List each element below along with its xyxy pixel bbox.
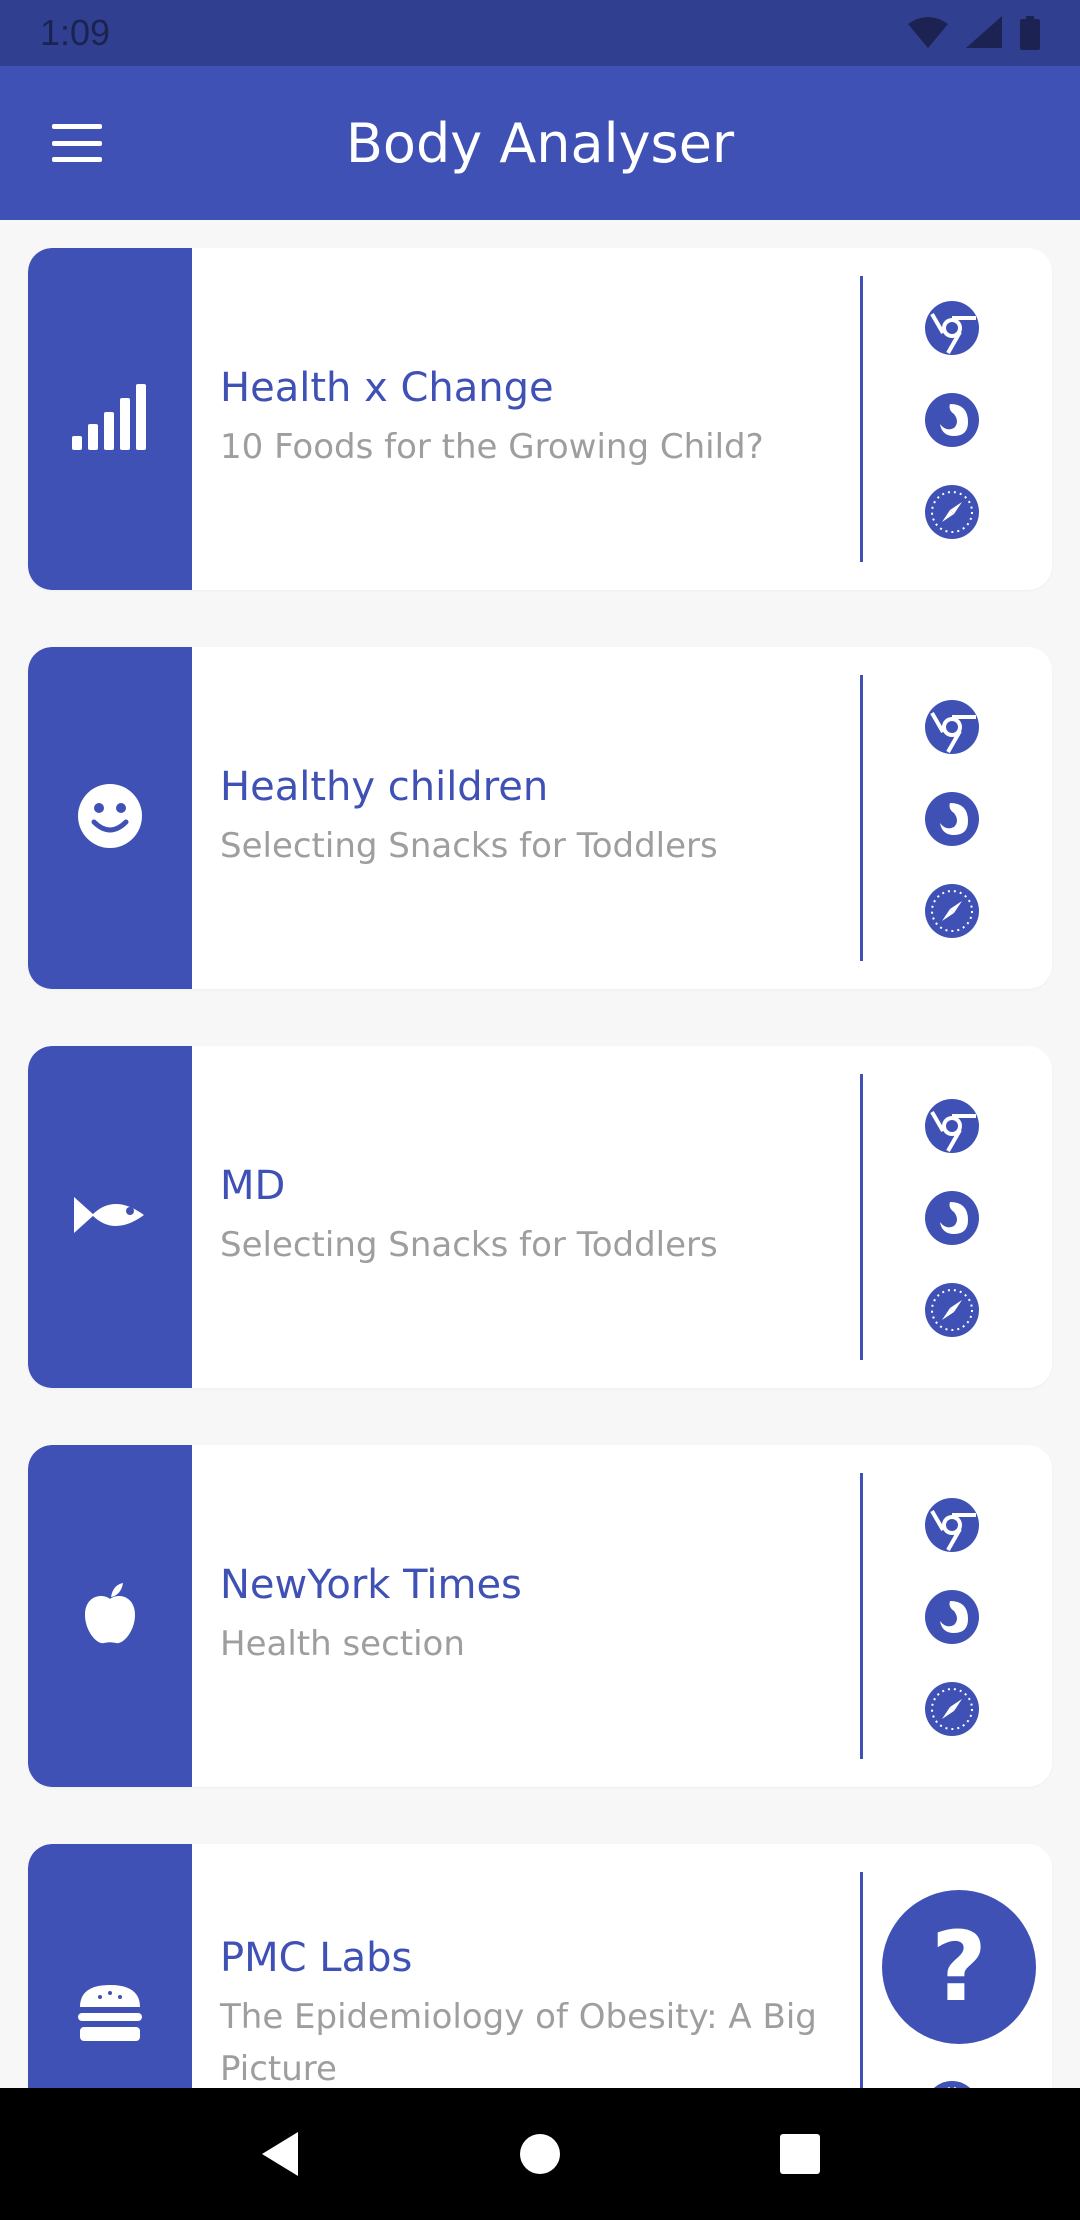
browser-links <box>916 1497 988 1737</box>
browser-links <box>916 300 988 540</box>
card-subtitle: The Epidemiology of Obesity: A Big Pictu… <box>220 1997 817 2088</box>
firefox-icon[interactable] <box>924 1589 980 1645</box>
wifi-icon <box>908 17 948 48</box>
card-subtitle: Selecting Snacks for Toddlers <box>220 826 718 866</box>
browser-links <box>916 699 988 939</box>
system-nav-bar <box>0 2088 1080 2220</box>
firefox-icon[interactable] <box>924 392 980 448</box>
safari-icon[interactable] <box>924 484 980 540</box>
firefox-icon[interactable] <box>924 1190 980 1246</box>
card-divider <box>860 1473 863 1759</box>
card-category-panel <box>28 248 192 590</box>
cell-signal-icon <box>966 16 1002 48</box>
browser-links <box>916 1098 988 1338</box>
hamburger-food-icon <box>76 1983 144 2048</box>
recents-icon[interactable] <box>778 2132 822 2176</box>
back-icon[interactable] <box>258 2130 302 2178</box>
card-divider <box>860 675 863 961</box>
safari-icon[interactable] <box>924 1282 980 1338</box>
signal-bars-icon <box>70 382 150 457</box>
article-card[interactable]: Health x Change 10 Foods for the Growing … <box>28 248 1052 590</box>
article-card[interactable]: MD Selecting Snacks for Toddlers <box>28 1046 1052 1388</box>
card-category-panel <box>28 647 192 989</box>
status-icons <box>908 16 1040 50</box>
safari-icon[interactable] <box>924 883 980 939</box>
card-subtitle: 10 Foods for the Growing Child? <box>220 427 764 467</box>
card-divider <box>860 1074 863 1360</box>
card-title: Healthy children <box>220 764 549 810</box>
help-fab-button[interactable]: ? <box>882 1890 1036 2044</box>
article-card[interactable]: Healthy children Selecting Snacks for Tod… <box>28 647 1052 989</box>
chrome-icon[interactable] <box>924 1098 980 1154</box>
status-bar: 1:09 <box>0 0 1080 66</box>
firefox-icon[interactable] <box>924 791 980 847</box>
card-title: MD <box>220 1163 286 1209</box>
status-time: 1:09 <box>40 12 111 53</box>
chrome-icon[interactable] <box>924 300 980 356</box>
card-list[interactable]: Health x Change 10 Foods for the Growing … <box>0 220 1080 2088</box>
app-bar: Body Analyser <box>0 66 1080 220</box>
safari-icon[interactable] <box>924 1681 980 1737</box>
apple-icon <box>83 1582 137 1650</box>
app-title: Body Analyser <box>345 112 735 175</box>
battery-icon <box>1020 16 1040 50</box>
fish-icon <box>72 1193 148 1242</box>
safari-icon[interactable] <box>924 2080 980 2088</box>
smiley-icon <box>76 782 144 855</box>
card-divider <box>860 1872 863 2088</box>
card-title: Health x Change <box>220 365 554 411</box>
card-divider <box>860 276 863 562</box>
card-subtitle: Selecting Snacks for Toddlers <box>220 1225 718 1265</box>
card-subtitle: Health section <box>220 1624 465 1664</box>
chrome-icon[interactable] <box>924 1497 980 1553</box>
card-category-panel <box>28 1844 192 2088</box>
card-category-panel <box>28 1046 192 1388</box>
chrome-icon[interactable] <box>924 699 980 755</box>
card-title: NewYork Times <box>220 1562 522 1608</box>
card-title: PMC Labs <box>220 1935 413 1981</box>
card-category-panel <box>28 1445 192 1787</box>
home-icon[interactable] <box>518 2132 562 2176</box>
article-card[interactable]: NewYork Times Health section <box>28 1445 1052 1787</box>
